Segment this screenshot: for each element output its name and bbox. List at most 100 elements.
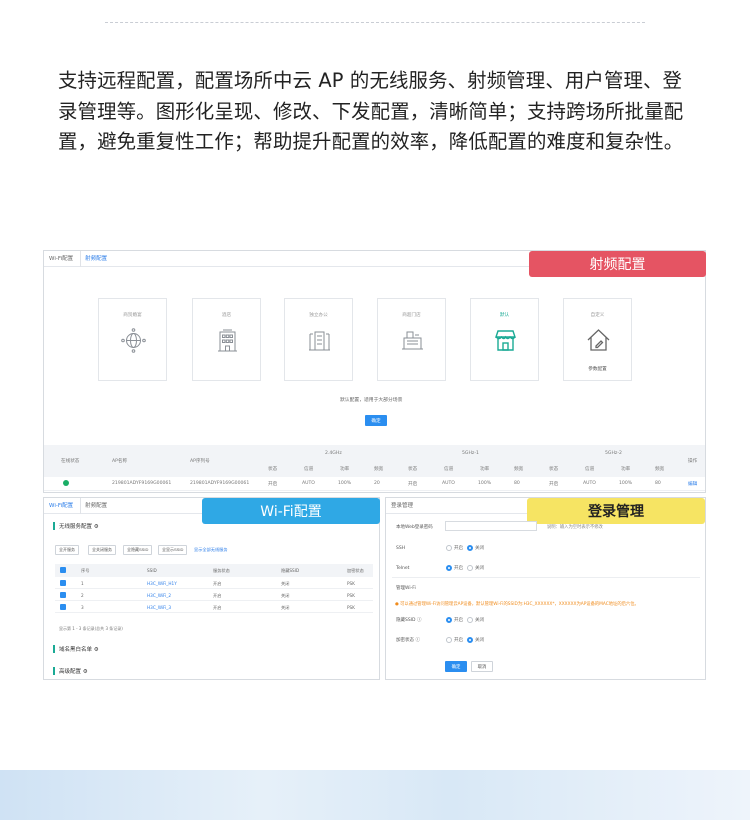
table-row[interactable]: 2 H3C_WiFi_2 开启 关闭 PSK: [55, 589, 373, 601]
scene-card-hotel[interactable]: 酒店: [192, 298, 261, 381]
sub-power: 功率: [480, 467, 490, 472]
b24-bandwidth: 20: [374, 481, 380, 486]
hide-all-ssid-button[interactable]: 全隐藏SSID: [123, 545, 153, 555]
rf-confirm-button[interactable]: 确定: [365, 415, 387, 426]
scene-card-office[interactable]: 独立办公: [284, 298, 353, 381]
col-action: 操作: [688, 459, 698, 464]
tab-wifi-config[interactable]: Wi-Fi配置: [49, 498, 82, 514]
store-cashier-icon: [402, 331, 423, 350]
radio-label: 开启: [454, 566, 463, 571]
encryption-off-radio[interactable]: 关闭: [467, 637, 484, 643]
hide-ssid-label: 隐藏SSID ⓘ: [396, 617, 421, 623]
wifi-config-callout: Wi-Fi配置: [202, 498, 380, 524]
b24-channel: AUTO: [302, 481, 315, 486]
col-ap-name: AP名称: [112, 459, 128, 464]
hide-ssid-off-radio[interactable]: 关闭: [467, 617, 484, 623]
hotel-building-icon: [218, 329, 237, 352]
disable-all-services-button[interactable]: 全关闭服务: [88, 545, 116, 555]
row-service-status: 开启: [213, 593, 222, 598]
show-all-ssid-button[interactable]: 全显示SSID: [158, 545, 188, 555]
sub-bandwidth: 频宽: [655, 467, 665, 472]
bottom-decorative-band: [0, 770, 750, 820]
scene-label: 默认: [499, 313, 510, 318]
ssh-label: SSH: [396, 546, 406, 551]
b51-channel: AUTO: [442, 481, 455, 486]
radio-label: 开启: [454, 546, 463, 551]
office-building-icon: [309, 331, 330, 351]
row-ssid[interactable]: H3C_WiFi_2: [147, 593, 171, 598]
row-index: 3: [81, 605, 84, 610]
login-confirm-button[interactable]: 确定: [445, 661, 467, 672]
encryption-label: 加密状态 ⓘ: [396, 637, 420, 643]
sub-power: 功率: [340, 467, 350, 472]
section-title-text: 高级配置: [59, 669, 82, 675]
help-icon[interactable]: ⓘ: [417, 618, 422, 623]
row-checkbox[interactable]: [60, 580, 66, 586]
row-hide-ssid: 关闭: [281, 605, 290, 610]
radio-icon: [467, 565, 473, 571]
hide-ssid-on-radio[interactable]: 开启: [446, 617, 463, 623]
col-hide-ssid: 隐藏SSID: [281, 568, 300, 573]
settings-gear-icon[interactable]: ⚙: [94, 524, 99, 530]
sub-bandwidth: 频宽: [374, 467, 384, 472]
b51-power: 100%: [478, 481, 492, 486]
scene-card-custom[interactable]: 自定义 参数配置: [563, 298, 632, 381]
telnet-off-radio[interactable]: 关闭: [467, 565, 484, 571]
login-cancel-button[interactable]: 取消: [471, 661, 493, 672]
warning-text: 可以通过管理Wi-Fi访问管理云AP设备，默认管理Wi-Fi的SSID为:H3C…: [400, 602, 639, 607]
sub-status: 状态: [549, 467, 559, 472]
tab-rf-config[interactable]: 射频配置: [85, 498, 114, 514]
sub-power: 功率: [621, 467, 631, 472]
settings-gear-icon[interactable]: ⚙: [94, 647, 99, 653]
select-all-checkbox[interactable]: [60, 567, 66, 573]
pagination-summary: 显示第 1 - 3 条记录(总共 3 条记录): [59, 626, 123, 631]
table-row: 219801ADYF9169G00061 219801ADYF9169G0006…: [44, 477, 705, 491]
row-encryption: PSK: [347, 581, 355, 586]
show-all-services-link[interactable]: 显示全部无线服务: [194, 547, 228, 553]
storefront-icon: [495, 330, 516, 351]
scene-card-retail[interactable]: 商超门店: [377, 298, 446, 381]
warning-icon: ●: [395, 602, 399, 607]
scene-label: 酒店: [221, 313, 232, 318]
col-service-status: 服务状态: [213, 568, 230, 573]
radio-icon: [446, 545, 452, 551]
scene-card-default[interactable]: 默认: [470, 298, 539, 381]
ssh-off-radio[interactable]: 关闭: [467, 545, 484, 551]
radio-icon: [446, 637, 452, 643]
hide-ssid-label-text: 隐藏SSID: [396, 618, 416, 623]
row-service-status: 开启: [213, 605, 222, 610]
network-globe-icon: [121, 328, 146, 353]
tab-wifi-config[interactable]: Wi-Fi配置: [49, 251, 82, 267]
enable-all-services-button[interactable]: 全开服务: [55, 545, 79, 555]
table-row[interactable]: 3 H3C_WiFi_3 开启 关闭 PSK: [55, 601, 373, 613]
settings-gear-icon[interactable]: ⚙: [83, 669, 88, 675]
encryption-on-radio[interactable]: 开启: [446, 637, 463, 643]
b52-bandwidth: 80: [655, 481, 661, 486]
scene-label: 商贸婚宴: [123, 313, 142, 318]
ssh-on-radio[interactable]: 开启: [446, 545, 463, 551]
web-password-input[interactable]: [445, 521, 537, 531]
scene-card-banquet[interactable]: 商贸婚宴: [98, 298, 167, 381]
row-ssid[interactable]: H3C_WiFi_3: [147, 605, 171, 610]
management-wifi-title: 管理Wi-Fi: [396, 586, 416, 591]
row-checkbox[interactable]: [60, 592, 66, 598]
online-status-dot: [63, 480, 69, 486]
ap-name: 219801ADYF9169G00061: [112, 481, 172, 486]
row-index: 1: [81, 581, 84, 586]
encryption-label-text: 加密状态: [396, 638, 414, 643]
help-icon[interactable]: ⓘ: [415, 638, 420, 643]
tab-rf-config[interactable]: 射频配置: [85, 251, 114, 267]
web-password-label: 本地Web登录密码: [396, 525, 433, 530]
custom-house-edit-icon: [587, 329, 610, 351]
row-checkbox[interactable]: [60, 604, 66, 610]
sub-channel: 信道: [444, 467, 454, 472]
telnet-on-radio[interactable]: 开启: [446, 565, 463, 571]
tab-login-management[interactable]: 登录管理: [391, 498, 420, 514]
web-password-hint: 说明：输入为空时表示不修改: [547, 525, 603, 530]
col-ap-serial: AP序列号: [190, 459, 210, 464]
table-row[interactable]: 1 H3C_WiFi_H1Y 开启 关闭 PSK: [55, 577, 373, 589]
edit-link[interactable]: 编辑: [688, 481, 697, 487]
band-5ghz-2: 5GHz-2: [605, 451, 622, 456]
row-ssid[interactable]: H3C_WiFi_H1Y: [147, 581, 177, 586]
col-index: 序号: [81, 568, 90, 573]
